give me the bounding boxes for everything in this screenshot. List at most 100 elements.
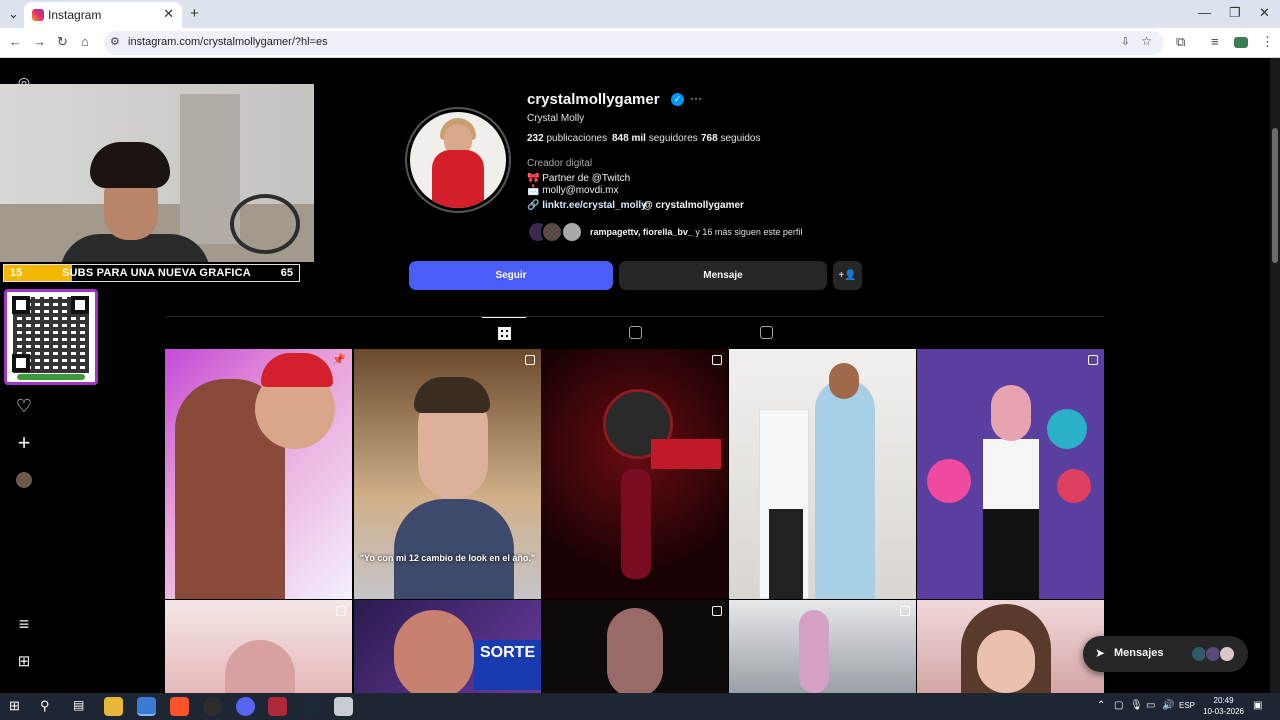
media-controls-icon[interactable]: ≡ bbox=[1211, 34, 1219, 49]
notifications-icon[interactable]: ▣ bbox=[1253, 700, 1262, 711]
maximize-icon[interactable]: ❐ bbox=[1229, 5, 1241, 21]
install-app-icon[interactable]: ⇩ bbox=[1121, 35, 1130, 48]
clock[interactable]: 20:49 10-03-2026 bbox=[1203, 695, 1244, 717]
threads-link[interactable]: @ crystalmollygamer bbox=[643, 200, 744, 211]
windows-start-icon[interactable]: ⊞ bbox=[9, 698, 20, 714]
followers-label: seguidores bbox=[648, 133, 698, 144]
profile-category: Creador digital bbox=[527, 158, 593, 169]
profile-avatar[interactable] bbox=[16, 472, 32, 488]
steam-icon[interactable] bbox=[301, 697, 320, 716]
post-tile[interactable]: 📌 bbox=[165, 349, 352, 599]
post-tile[interactable] bbox=[917, 600, 1104, 693]
post-tile[interactable] bbox=[165, 600, 352, 693]
forward-icon[interactable]: → bbox=[33, 34, 46, 49]
clock-time: 20:49 bbox=[1213, 696, 1234, 705]
options-dots-icon[interactable]: ··· bbox=[690, 91, 702, 105]
tray-chevron-icon[interactable]: ⌃ bbox=[1097, 700, 1105, 711]
profile-picture[interactable] bbox=[410, 112, 506, 208]
carousel-icon bbox=[712, 355, 722, 365]
bio-link-text[interactable]: linktr.ee/crystal_molly bbox=[542, 200, 647, 211]
page-scrollbar[interactable] bbox=[1270, 58, 1280, 693]
app-icon-2[interactable] bbox=[334, 697, 353, 716]
volume-icon[interactable]: 🔊 bbox=[1162, 700, 1174, 711]
profile-avatar-icon[interactable] bbox=[1234, 37, 1248, 48]
site-info-icon[interactable]: ⚙ bbox=[110, 35, 120, 48]
post-overlay-text: SORTE bbox=[480, 644, 536, 661]
extensions-icon[interactable]: ⧉ bbox=[1176, 34, 1185, 50]
follow-button[interactable]: Seguir bbox=[409, 261, 613, 290]
new-tab-icon[interactable]: + bbox=[190, 5, 199, 22]
send-icon: ➤ bbox=[1095, 646, 1106, 660]
sub-goal-bar: 15 SUBS PARA UNA NUEVA GRAFICA 65 bbox=[3, 264, 300, 282]
chrome-icon[interactable] bbox=[137, 697, 156, 716]
task-view-icon[interactable]: ▤ bbox=[73, 698, 84, 712]
following-count: 768 bbox=[701, 133, 718, 144]
network-icon[interactable]: ▭ bbox=[1146, 700, 1155, 711]
reel-icon bbox=[525, 355, 535, 365]
verified-badge-icon: ✓ bbox=[671, 93, 684, 106]
sub-goal-current: 15 bbox=[10, 267, 23, 279]
close-tab-icon[interactable]: ✕ bbox=[163, 6, 174, 22]
browser-tab-bar: ⌄ Instagram ✕ + — ❐ ✕ bbox=[0, 0, 1280, 28]
tray-icon[interactable]: ▢ bbox=[1114, 700, 1123, 711]
mutual-followers-avatars[interactable] bbox=[527, 221, 587, 243]
close-window-icon[interactable]: ✕ bbox=[1259, 5, 1270, 21]
minimize-icon[interactable]: — bbox=[1198, 5, 1211, 20]
tab-tagged[interactable] bbox=[744, 317, 788, 349]
post-tile[interactable] bbox=[917, 349, 1104, 599]
more-menu-icon[interactable]: ≡ bbox=[14, 614, 34, 634]
grid-icon bbox=[497, 327, 511, 340]
sub-goal-text: SUBS PARA UNA NUEVA GRAFICA bbox=[62, 267, 251, 279]
mutual-names[interactable]: rampagettv, fiorella_bv_ bbox=[590, 227, 693, 237]
carousel-icon bbox=[336, 606, 346, 616]
omnibox[interactable]: ⚙ instagram.com/crystalmollygamer/?hl=es… bbox=[104, 31, 1164, 55]
search-icon[interactable]: ⚲ bbox=[40, 698, 50, 714]
bookmark-star-icon[interactable]: ☆ bbox=[1141, 34, 1152, 48]
tab-search-icon[interactable]: ⌄ bbox=[8, 6, 19, 22]
reload-icon[interactable]: ↻ bbox=[57, 34, 68, 50]
bio-link[interactable]: 🔗 linktr.ee/crystal_molly bbox=[527, 200, 647, 211]
profile-tabs bbox=[165, 316, 1104, 348]
mutual-followers-text[interactable]: rampagettv, fiorella_bv_ y 16 más siguen… bbox=[590, 227, 802, 237]
address-bar-row: ← → ↻ ⌂ ⚙ instagram.com/crystalmollygame… bbox=[0, 28, 1280, 58]
scroll-thumb[interactable] bbox=[1272, 128, 1278, 263]
back-icon[interactable]: ← bbox=[9, 34, 22, 49]
apps-icon[interactable]: ⊞ bbox=[14, 652, 34, 672]
followers-count: 848 mil bbox=[612, 133, 646, 144]
home-icon[interactable]: ⌂ bbox=[81, 34, 89, 49]
menu-kebab-icon[interactable]: ⋮ bbox=[1261, 34, 1274, 50]
followers-stat[interactable]: 848 mil seguidores bbox=[612, 133, 698, 144]
discord-icon[interactable] bbox=[236, 697, 255, 716]
file-explorer-icon[interactable] bbox=[104, 697, 123, 716]
tab-posts[interactable] bbox=[482, 317, 526, 349]
language-indicator[interactable]: ESP bbox=[1179, 701, 1195, 710]
messages-button[interactable]: ➤ Mensajes bbox=[1083, 636, 1248, 672]
app-icon[interactable] bbox=[268, 697, 287, 716]
message-button[interactable]: Mensaje bbox=[619, 261, 827, 290]
create-plus-icon[interactable]: + bbox=[14, 432, 34, 454]
mutual-rest: y 16 más siguen este perfil bbox=[692, 227, 803, 237]
suggested-users-icon[interactable]: +👤 bbox=[833, 261, 862, 290]
carousel-icon bbox=[900, 606, 910, 616]
post-tile[interactable] bbox=[541, 600, 728, 693]
post-tile[interactable]: SORTE bbox=[354, 600, 541, 693]
post-tile[interactable] bbox=[541, 349, 728, 599]
post-tile[interactable]: "Yo con mi 12 cambio de look en el año." bbox=[354, 349, 541, 599]
post-tile[interactable] bbox=[729, 349, 916, 599]
obs-icon[interactable] bbox=[203, 697, 222, 716]
posts-label: publicaciones bbox=[546, 133, 608, 144]
messages-label: Mensajes bbox=[1114, 647, 1164, 659]
following-stat[interactable]: 768 seguidos bbox=[701, 133, 761, 144]
threads-handle[interactable]: crystalmollygamer bbox=[656, 200, 744, 211]
brave-icon[interactable] bbox=[170, 697, 189, 716]
profile-full-name: Crystal Molly bbox=[527, 113, 585, 124]
tab-title: Instagram bbox=[48, 8, 102, 22]
notifications-heart-icon[interactable]: ♡ bbox=[14, 396, 34, 416]
microphone-icon[interactable]: 🎙 bbox=[1130, 700, 1143, 711]
instagram-favicon-icon bbox=[32, 9, 44, 21]
posts-stat: 232 publicaciones bbox=[527, 133, 607, 144]
browser-tab[interactable]: Instagram ✕ bbox=[24, 2, 182, 28]
post-tile[interactable] bbox=[729, 600, 916, 693]
pin-icon: 📌 bbox=[332, 354, 346, 366]
tab-reels[interactable] bbox=[613, 317, 657, 349]
